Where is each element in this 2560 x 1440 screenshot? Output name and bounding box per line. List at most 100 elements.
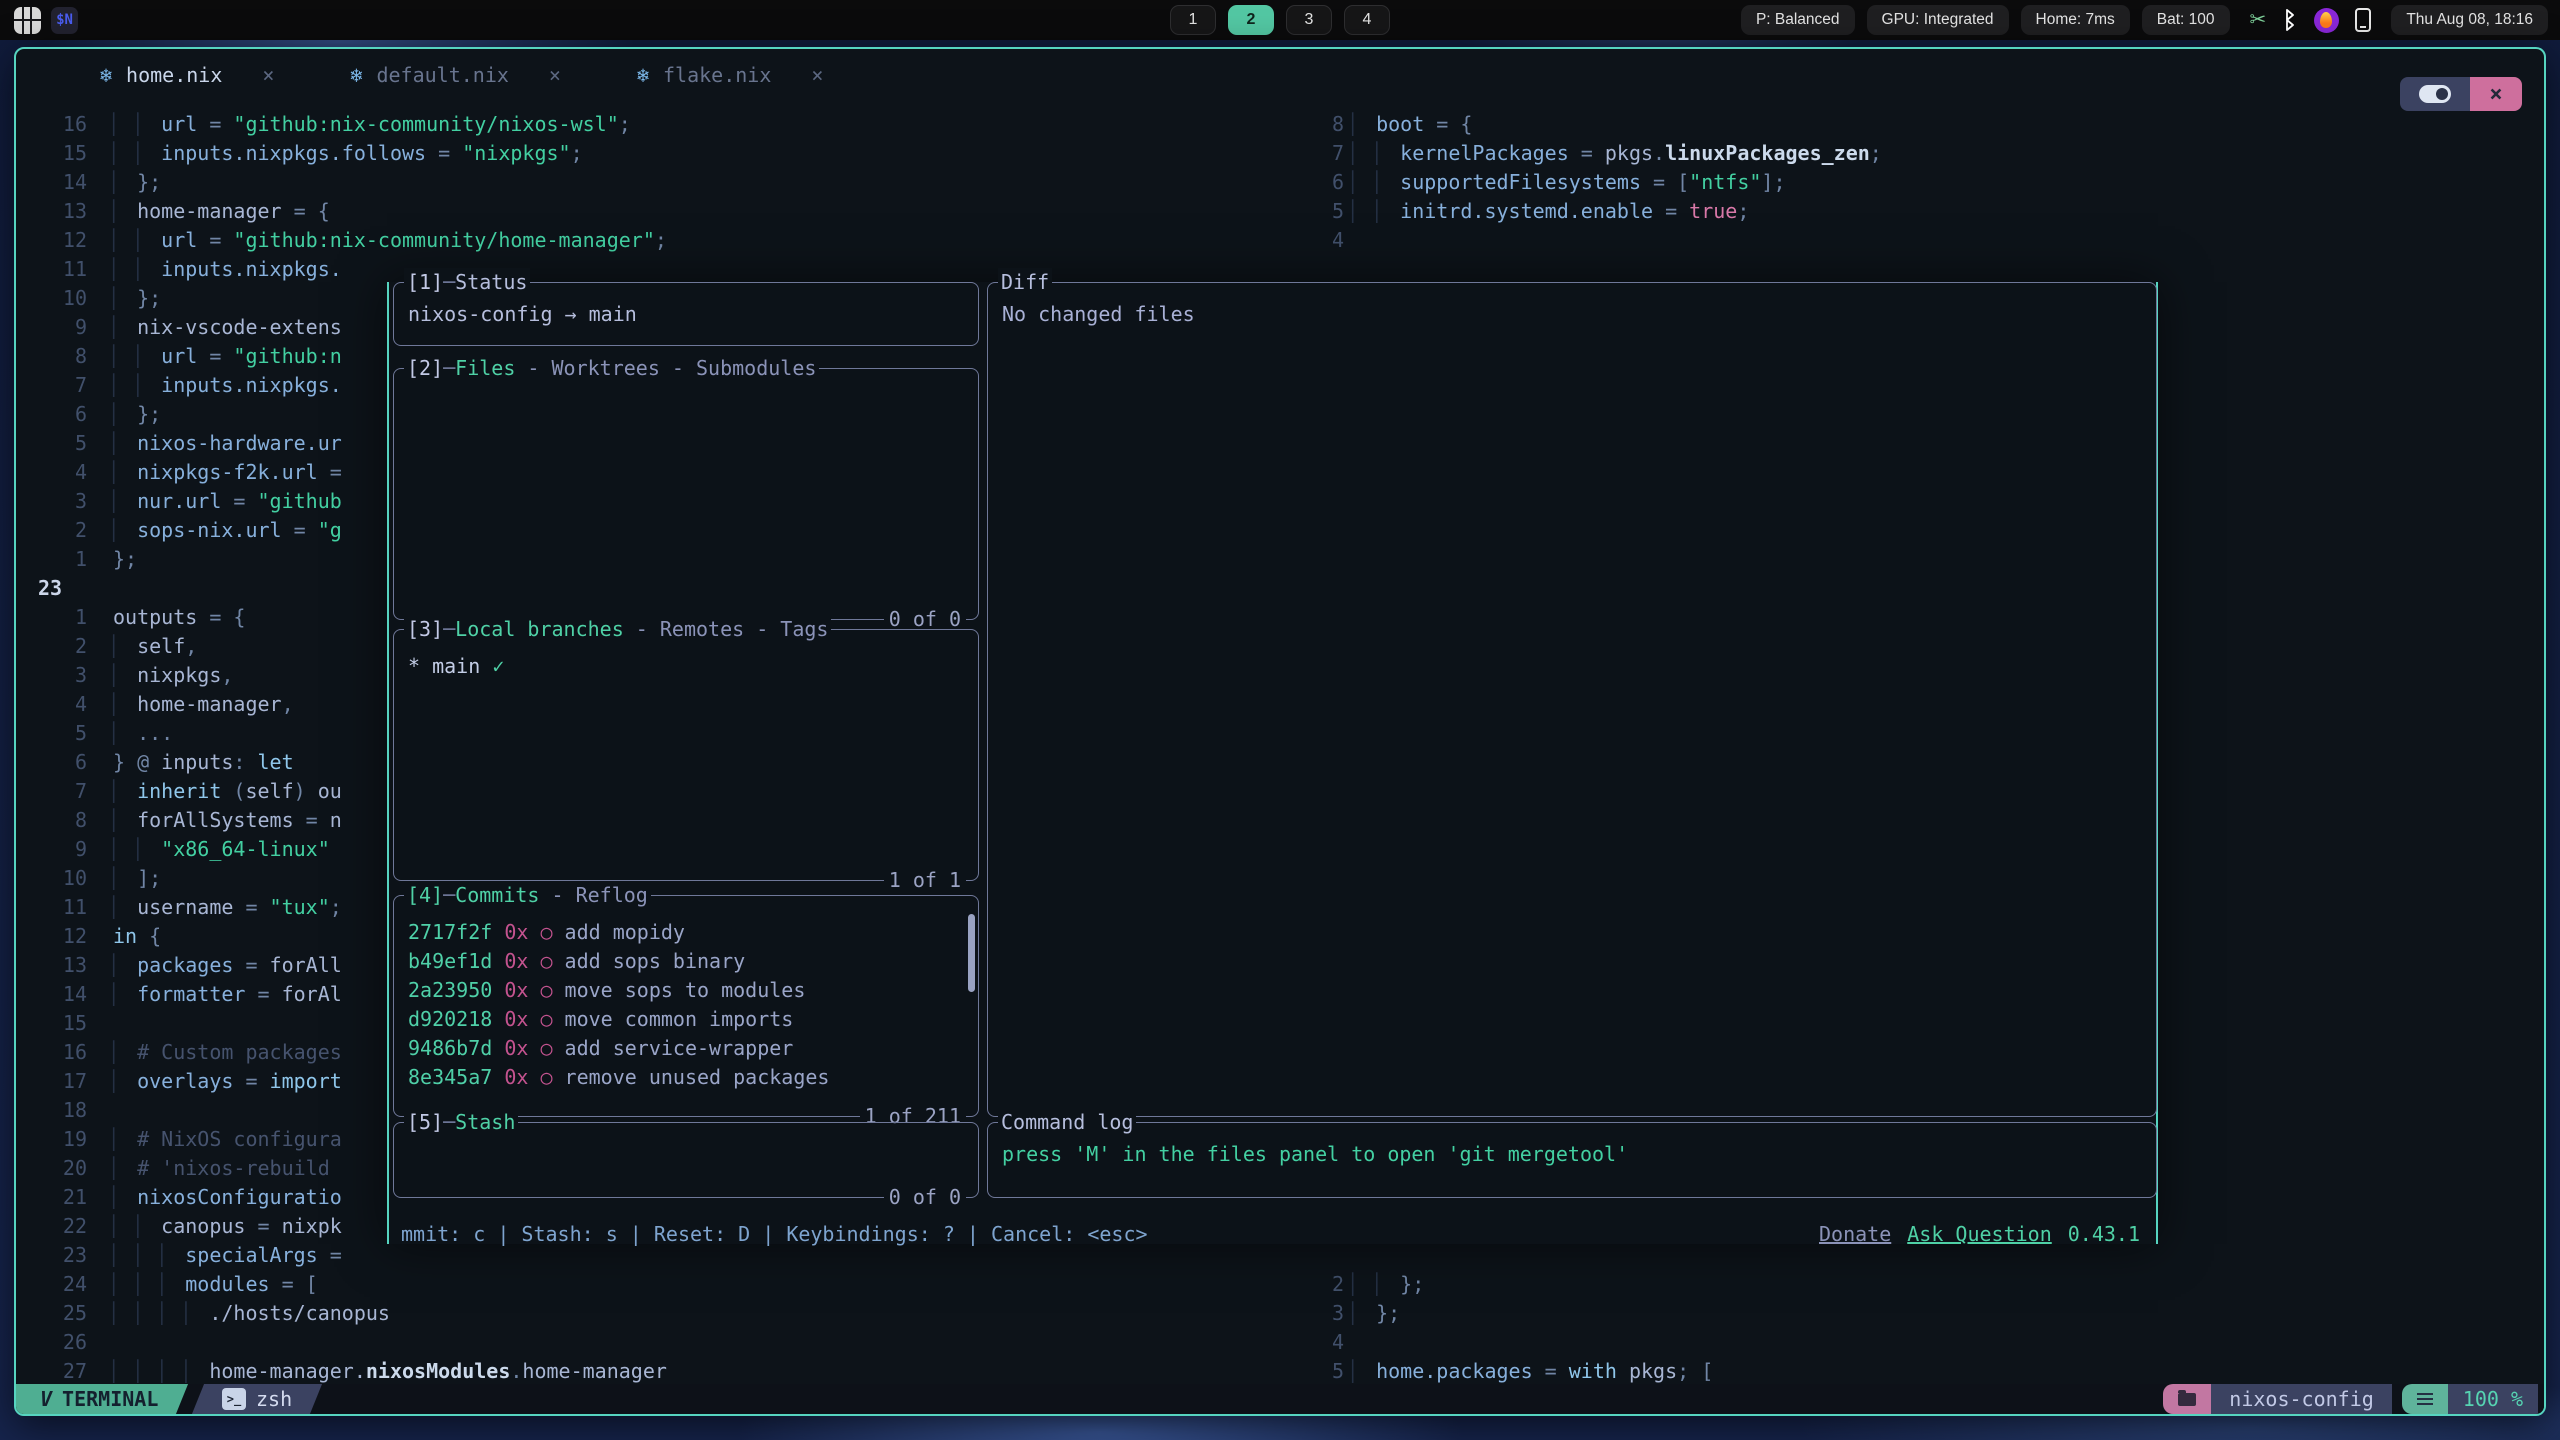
nix-icon: ❄	[100, 61, 112, 90]
flame-icon[interactable]	[2314, 8, 2339, 33]
status-pill: GPU: Integrated	[1867, 5, 2009, 35]
panel-status[interactable]: [1]─Status nixos-config → main	[393, 282, 979, 346]
tab-name: default.nix	[376, 61, 508, 90]
scroll-percent: 100 %	[2448, 1384, 2538, 1414]
code-line: 27▏ ▏ ▏ ▏ home-manager.nixosModules.home…	[16, 1357, 667, 1386]
stash-count: 0 of 0	[884, 1183, 966, 1212]
panel-status-title: [1]─Status	[404, 268, 530, 297]
code-line: 15▏ ▏ inputs.nixpkgs.follows = "nixpkgs"…	[16, 139, 667, 168]
lazygit-keybar: mmit: c | Stash: s | Reset: D | Keybindi…	[401, 1220, 2140, 1249]
arrow-icon: →	[565, 302, 577, 326]
workspace-button[interactable]: 2	[1228, 5, 1274, 35]
commit-node-icon: ○	[540, 1065, 552, 1089]
commit-row[interactable]: 8e345a7 0x ○ remove unused packages	[408, 1063, 964, 1092]
repo-name: nixos-config	[2211, 1384, 2392, 1414]
close-icon: ×	[2489, 80, 2502, 109]
code-line: 5▏ home.packages = with pkgs; [	[1304, 1357, 1882, 1386]
bluetooth-icon[interactable]	[2282, 8, 2298, 32]
code-line: 16▏ ▏ url = "github:nix-community/nixos-…	[16, 110, 667, 139]
editor-tabbar: ❄home.nix×❄default.nix×❄flake.nix×	[100, 61, 823, 90]
scissors-icon[interactable]: ✂	[2250, 10, 2267, 30]
commit-row[interactable]: b49ef1d 0x ○ add sops binary	[408, 947, 964, 976]
keybindings-hint: mmit: c | Stash: s | Reset: D | Keybindi…	[401, 1220, 1148, 1249]
toggle-icon	[2419, 85, 2451, 103]
panel-stash[interactable]: [5]─Stash 0 of 0	[393, 1122, 979, 1198]
panel-diff[interactable]: Diff No changed files	[987, 282, 2157, 1117]
commit-row[interactable]: d920218 0x ○ move common imports	[408, 1005, 964, 1034]
editor-tab[interactable]: ❄home.nix×	[100, 61, 274, 90]
panel-tab[interactable]: Local branches	[455, 617, 624, 641]
status-pills: P: BalancedGPU: IntegratedHome: 7msBat: …	[1741, 5, 2230, 35]
panel-commits[interactable]: [4]─Commits - Reflog 2717f2f 0x ○ add mo…	[393, 895, 979, 1117]
ask-question-link[interactable]: Ask Question	[1907, 1220, 2052, 1249]
workspace-button[interactable]: 1	[1170, 5, 1216, 35]
commit-row[interactable]: 2a23950 0x ○ move sops to modules	[408, 976, 964, 1005]
nix-icon: ❄	[637, 61, 649, 90]
code-line: 4	[1304, 226, 1882, 255]
code-line: 2▏ ▏ };	[1304, 1270, 1882, 1299]
folder-segment	[2163, 1384, 2211, 1414]
commit-node-icon: ○	[540, 920, 552, 944]
panel-branches[interactable]: [3]─Local branches - Remotes - Tags * ma…	[393, 629, 979, 881]
command-log-content: press 'M' in the files panel to open 'gi…	[988, 1123, 2156, 1169]
panel-tab[interactable]: Tags	[780, 617, 828, 641]
donate-link[interactable]: Donate	[1819, 1220, 1891, 1249]
topbar-left-group: $N	[0, 7, 78, 34]
code-line: 6▏ ▏ supportedFilesystems = ["ntfs"];	[1304, 168, 1882, 197]
list-segment	[2402, 1384, 2448, 1414]
mode-segment: VTERMINAL	[14, 1384, 188, 1414]
tab-close-icon[interactable]: ×	[549, 61, 561, 90]
terminal-window: ❄home.nix×❄default.nix×❄flake.nix× × 16▏…	[14, 47, 2546, 1416]
window-controls: ×	[2400, 77, 2522, 111]
status-pill: Bat: 100	[2142, 5, 2230, 35]
panel-tab[interactable]: Reflog	[576, 883, 648, 907]
tab-close-icon[interactable]: ×	[262, 61, 274, 90]
code-line: 26	[16, 1328, 667, 1357]
panel-command-log[interactable]: Command log press 'M' in the files panel…	[987, 1122, 2157, 1198]
panel-tab[interactable]: Files	[455, 356, 515, 380]
code-line: 13▏ home-manager = {	[16, 197, 667, 226]
commit-row[interactable]: 9486b7d 0x ○ add service-wrapper	[408, 1034, 964, 1063]
panel-branches-title: [3]─Local branches - Remotes - Tags	[404, 615, 831, 644]
commits-scrollbar[interactable]	[968, 914, 975, 992]
panel-tab[interactable]: Stash	[455, 1110, 515, 1134]
app-launcher-icon[interactable]	[14, 7, 41, 34]
commit-row[interactable]: 2717f2f 0x ○ add mopidy	[408, 918, 964, 947]
code-line: 25▏ ▏ ▏ ▏ ./hosts/canopus	[16, 1299, 667, 1328]
editor-tab[interactable]: ❄ flake.nix ×	[637, 61, 823, 90]
panel-tab[interactable]: Worktrees	[552, 356, 660, 380]
panel-stash-title: [5]─Stash	[404, 1108, 518, 1137]
commit-node-icon: ○	[540, 949, 552, 973]
workspace-button[interactable]: 3	[1286, 5, 1332, 35]
phone-icon[interactable]	[2355, 8, 2371, 32]
code-line: 24▏ ▏ ▏ modules = [	[16, 1270, 667, 1299]
panel-tab[interactable]: Submodules	[696, 356, 816, 380]
commit-list: 2717f2f 0x ○ add mopidyb49ef1d 0x ○ add …	[394, 896, 978, 1092]
clock[interactable]: Thu Aug 08, 18:16	[2391, 5, 2548, 35]
code-line: 11▏ ▏ inputs.nixpkgs.	[16, 255, 667, 284]
lazygit-version: 0.43.1	[2068, 1220, 2140, 1249]
status-pill: Home: 7ms	[2021, 5, 2130, 35]
tab-name: flake.nix	[663, 61, 771, 90]
workspace-button[interactable]: 4	[1344, 5, 1390, 35]
close-button[interactable]: ×	[2470, 77, 2522, 111]
lazygit-popup: [1]─Status nixos-config → main [2]─Files…	[387, 282, 2158, 1244]
terminal-prompt-icon: >_	[222, 1388, 246, 1410]
list-icon	[2417, 1393, 2433, 1405]
code-line: 8▏ boot = {	[1304, 110, 1882, 139]
editor-tab[interactable]: ❄default.nix×	[350, 61, 561, 90]
mode-label: TERMINAL	[62, 1385, 158, 1414]
panel-tab[interactable]: Remotes	[660, 617, 744, 641]
topbar-right-group: P: BalancedGPU: IntegratedHome: 7msBat: …	[1741, 5, 2560, 35]
code-line: 7▏ ▏ kernelPackages = pkgs.linuxPackages…	[1304, 139, 1882, 168]
workspaces: 1234	[1170, 0, 1390, 40]
panel-tab[interactable]: Commits	[455, 883, 539, 907]
folder-icon	[2178, 1393, 2196, 1406]
code-line: 3▏ };	[1304, 1299, 1882, 1328]
top-status-bar: $N 1234 P: BalancedGPU: IntegratedHome: …	[0, 0, 2560, 40]
panel-files[interactable]: [2]─Files - Worktrees - Submodules 0 of …	[393, 368, 979, 620]
pin-toggle-button[interactable]	[2400, 77, 2470, 111]
window-manager-icon[interactable]: $N	[51, 7, 78, 34]
tab-close-icon[interactable]: ×	[811, 61, 823, 90]
editor-statusbar: VTERMINAL >_zsh nixos-config 100 %	[16, 1384, 2544, 1414]
